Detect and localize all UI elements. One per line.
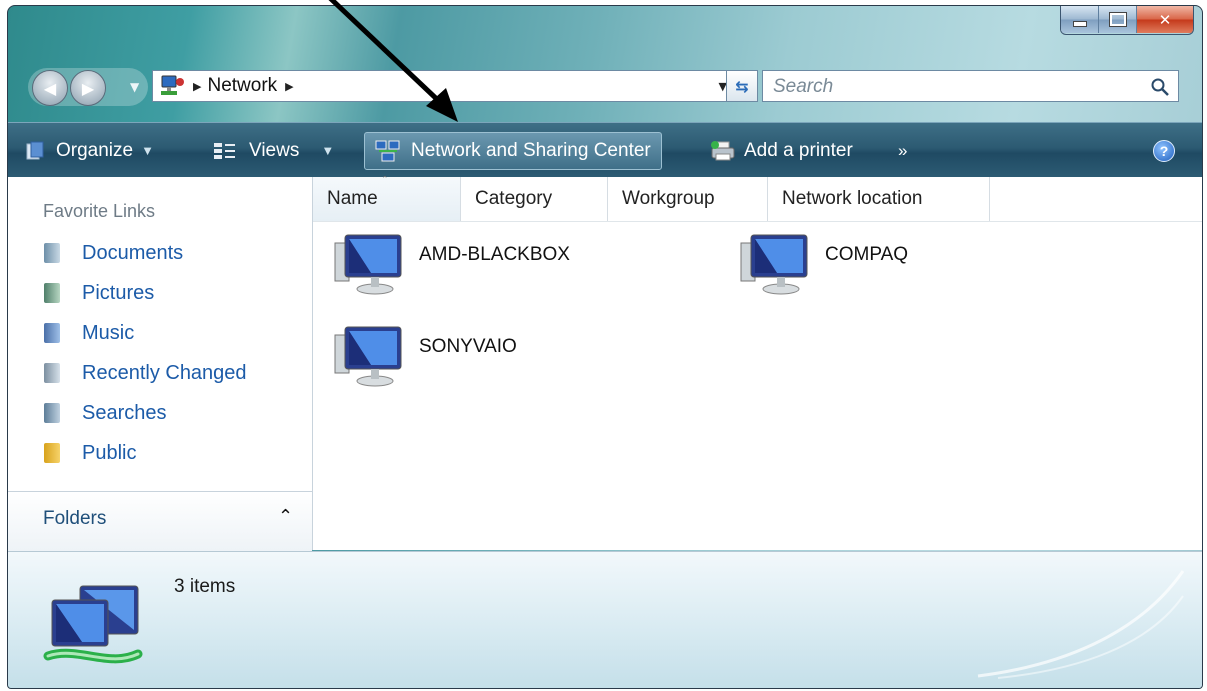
annotation-arrow (328, 0, 458, 122)
